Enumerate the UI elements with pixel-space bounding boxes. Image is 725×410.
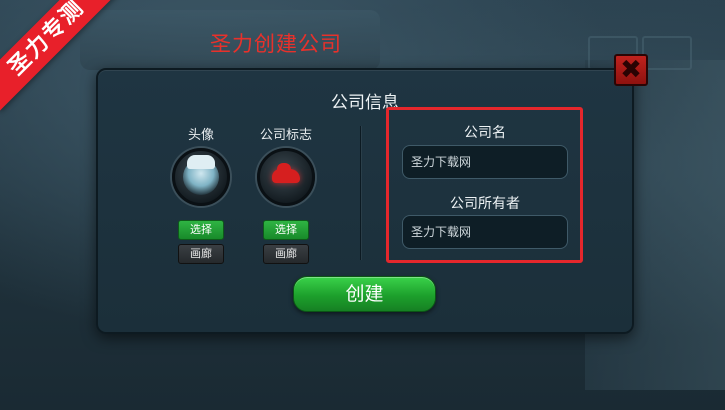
company-logo-section: 公司标志 选择 画廊 (246, 124, 326, 264)
avatar-gallery-button[interactable]: 画廊 (178, 244, 224, 264)
avatar-hat (187, 155, 215, 169)
create-button[interactable]: 创建 (293, 276, 436, 312)
avatar-label: 头像 (187, 128, 214, 143)
car-logo-icon[interactable] (257, 148, 315, 206)
car-shape (272, 163, 300, 183)
page-title: 圣力创建公司 (210, 32, 342, 56)
background-window (642, 36, 692, 70)
avatar-icon[interactable] (172, 148, 230, 206)
logo-select-button[interactable]: 选择 (263, 220, 309, 240)
section-divider (360, 126, 361, 260)
close-icon: ✖ (620, 55, 642, 85)
close-button[interactable]: ✖ (614, 54, 648, 86)
avatar-section: 头像 选择 画廊 (161, 124, 241, 264)
avatar-select-button[interactable]: 选择 (178, 220, 224, 240)
logo-gallery-button[interactable]: 画廊 (263, 244, 309, 264)
company-logo-label: 公司标志 (259, 128, 312, 143)
highlight-box (386, 107, 583, 263)
